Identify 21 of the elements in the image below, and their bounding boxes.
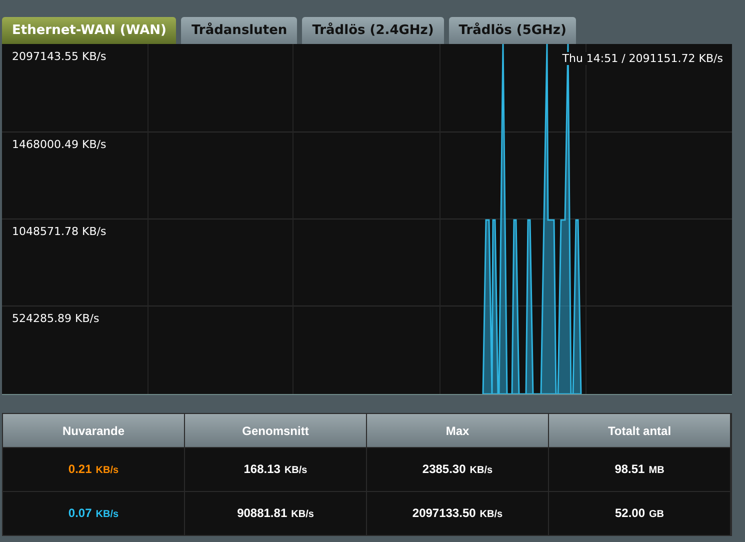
table-cell: 0.21 KB/s xyxy=(3,447,185,491)
column-header: Nuvarande xyxy=(3,414,185,447)
column-header: Max xyxy=(367,414,549,447)
axis-label: 1468000.49 KB/s xyxy=(12,138,106,151)
timestamp-label: Thu 14:51 / 2091151.72 KB/s xyxy=(560,52,725,65)
table-cell: 168.13 KB/s xyxy=(185,447,367,491)
column-header: Totalt antal xyxy=(549,414,731,447)
tab[interactable]: Trådlös (2.4GHz) xyxy=(302,17,444,44)
table-cell: 98.51 MB xyxy=(549,447,731,491)
table-cell: 2097133.50 KB/s xyxy=(367,491,549,535)
axis-label: 1048571.78 KB/s xyxy=(12,225,106,238)
column-header: Genomsnitt xyxy=(185,414,367,447)
axis-label: 2097143.55 KB/s xyxy=(12,50,106,63)
table-cell: 52.00 GB xyxy=(549,491,731,535)
table-cell: 0.07 KB/s xyxy=(3,491,185,535)
tab[interactable]: Ethernet-WAN (WAN) xyxy=(2,17,176,44)
table-cell: 2385.30 KB/s xyxy=(367,447,549,491)
axis-label: 524285.89 KB/s xyxy=(12,312,100,325)
table-cell: 90881.81 KB/s xyxy=(185,491,367,535)
tab[interactable]: Trådlös (5GHz) xyxy=(448,17,576,44)
tab[interactable]: Trådansluten xyxy=(181,17,298,44)
